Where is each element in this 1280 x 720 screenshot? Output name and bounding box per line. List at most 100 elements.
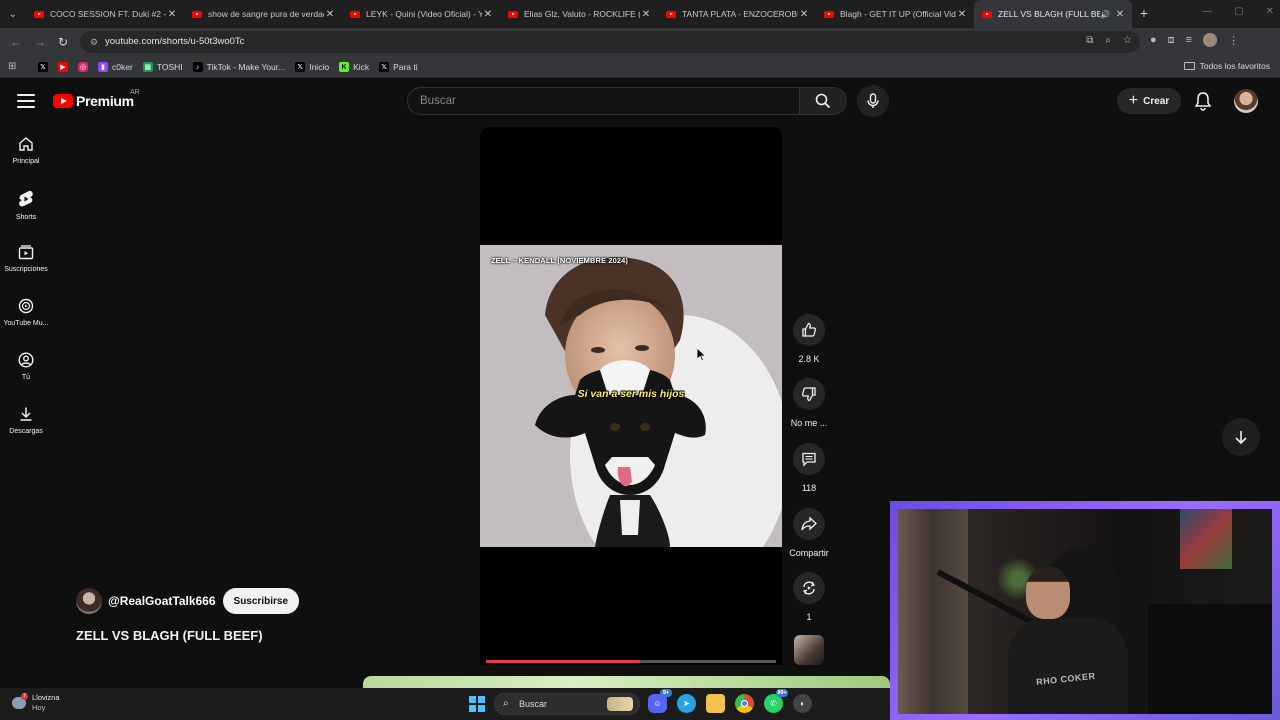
forward-arrow-icon[interactable]: →: [32, 34, 48, 50]
youtube-favicon-icon: [350, 10, 360, 18]
speaker-icon[interactable]: 🔊: [1100, 10, 1110, 19]
create-button[interactable]: + Crear: [1117, 88, 1181, 114]
webcam-person-head: [1026, 567, 1070, 619]
channel-handle[interactable]: @RealGoatTalk666: [108, 594, 216, 608]
voice-search-button[interactable]: [857, 85, 889, 117]
browser-tab-active[interactable]: ZELL VS BLAGH (FULL BEEF) 🔊 ✕: [974, 0, 1132, 28]
telegram-icon[interactable]: ➤: [677, 694, 696, 713]
bookmark-item[interactable]: 𝕏 Inicio: [295, 62, 329, 72]
minimize-icon[interactable]: —: [1202, 6, 1212, 17]
extensions-puzzle-icon[interactable]: ⧈: [1168, 34, 1175, 47]
subscribe-button[interactable]: Suscribirse: [222, 588, 300, 614]
bookmark-item[interactable]: ◎: [78, 62, 88, 72]
close-tab-icon[interactable]: ✕: [482, 9, 494, 20]
download-icon: [20, 407, 32, 421]
file-explorer-icon[interactable]: [706, 694, 725, 713]
reload-icon[interactable]: ↻: [55, 34, 71, 50]
zoom-icon[interactable]: ⌕: [1105, 35, 1111, 46]
close-tab-icon[interactable]: ✕: [166, 9, 178, 20]
tab-title: Blagh - GET IT UP (Official Vide: [840, 9, 956, 19]
rail-item-shorts[interactable]: Shorts: [0, 178, 52, 226]
tab-search-chevron-icon[interactable]: ⌄: [4, 5, 22, 23]
browser-menu-icon[interactable]: ⋮: [1228, 34, 1239, 47]
profile-avatar-icon[interactable]: [1203, 33, 1218, 47]
apps-grid-icon[interactable]: ⊞: [8, 61, 16, 72]
extension-icon[interactable]: ●: [1150, 34, 1157, 46]
bookmark-item[interactable]: ▶: [58, 62, 68, 72]
close-window-icon[interactable]: ✕: [1266, 6, 1274, 17]
x-icon: 𝕏: [38, 62, 48, 72]
comments-count: 118: [801, 483, 817, 493]
install-app-icon[interactable]: ⧉: [1086, 35, 1093, 46]
taskbar-apps: ☺ 9+ ➤ ✆ 99+ ◐: [648, 689, 812, 713]
dislike-button[interactable]: [793, 378, 825, 410]
close-tab-icon[interactable]: ✕: [798, 9, 810, 20]
bookmark-star-icon[interactable]: ☆: [1123, 35, 1132, 46]
close-tab-icon[interactable]: ✕: [640, 9, 652, 20]
url-text[interactable]: youtube.com/shorts/u-50t3wo0Tc: [105, 36, 244, 47]
instagram-icon: ◎: [78, 62, 88, 72]
bookmark-item[interactable]: 𝕏: [38, 62, 48, 72]
browser-tab[interactable]: Blagh - GET IT UP (Official Vide ✕: [816, 0, 974, 28]
channel-avatar[interactable]: [76, 588, 102, 614]
close-tab-icon[interactable]: ✕: [1114, 9, 1126, 20]
all-bookmarks-button[interactable]: Todos los favoritos: [1183, 61, 1270, 71]
shorts-video-player[interactable]: ZELL – KENDALL (NOVIEMBRE 2024) Si van a…: [480, 127, 782, 665]
webcam-person-body: [1008, 617, 1128, 714]
rail-item-home[interactable]: Principal: [0, 124, 52, 172]
maximize-icon[interactable]: ▢: [1234, 6, 1243, 17]
next-short-button[interactable]: [1222, 418, 1260, 456]
browser-tab[interactable]: show de sangre pura de verdad ✕: [184, 0, 342, 28]
media-control-icon[interactable]: ≡: [1186, 34, 1192, 46]
create-label: Crear: [1143, 95, 1170, 107]
browser-tab[interactable]: TANTA PLATA - ENZOCEROBUI ✕: [658, 0, 816, 28]
bookmark-item[interactable]: 𝕏 Para ti: [379, 62, 418, 72]
like-button[interactable]: [793, 314, 825, 346]
whatsapp-icon[interactable]: ✆ 99+: [764, 689, 788, 713]
video-title[interactable]: ZELL VS BLAGH (FULL BEEF): [76, 628, 263, 643]
remix-button[interactable]: [793, 572, 825, 604]
youtube-music-icon: [18, 298, 34, 314]
back-arrow-icon[interactable]: ←: [8, 34, 24, 50]
browser-tab[interactable]: Elias Glz, Valuto - ROCKLIFE (Vi ✕: [500, 0, 658, 28]
bookmark-item[interactable]: ▦ TOSHI: [142, 62, 183, 72]
app-icon[interactable]: ◐: [793, 694, 812, 713]
search-button[interactable]: [799, 87, 847, 115]
youtube-premium-logo[interactable]: Premium: [53, 93, 134, 109]
search-placeholder: Buscar: [420, 95, 456, 107]
microphone-icon: [867, 93, 879, 108]
rail-item-youtube-music[interactable]: YouTube Mu...: [0, 286, 52, 334]
new-tab-button[interactable]: +: [1137, 5, 1151, 21]
share-arrow-icon: [801, 516, 817, 531]
video-progress-bar[interactable]: [486, 660, 776, 663]
share-button[interactable]: [793, 508, 825, 540]
taskbar-search[interactable]: ⌕ Buscar: [494, 693, 640, 715]
rail-item-you[interactable]: Tú: [0, 340, 52, 388]
bookmark-item[interactable]: ♪ TikTok - Make Your...: [192, 62, 285, 72]
notifications-bell-icon[interactable]: [1194, 91, 1212, 116]
weather-widget[interactable]: 7 Llovizna Hoy: [12, 693, 60, 713]
site-info-icon[interactable]: ⚙: [88, 36, 100, 48]
browser-tab[interactable]: COCO SESSION FT. Duki #2 - Yo ✕: [26, 0, 184, 28]
rail-item-downloads[interactable]: Descargas: [0, 394, 52, 442]
rail-item-subscriptions[interactable]: Suscripciones: [0, 232, 52, 280]
bookmark-label: TOSHI: [156, 62, 183, 72]
search-input[interactable]: Buscar: [407, 87, 800, 115]
close-tab-icon[interactable]: ✕: [324, 9, 336, 20]
bookmark-label: c0ker: [112, 62, 133, 72]
address-bar[interactable]: ⚙ youtube.com/shorts/u-50t3wo0Tc ⧉ ⌕ ☆: [80, 31, 1140, 53]
brand-text: Premium: [76, 93, 134, 109]
comments-button[interactable]: [793, 443, 825, 475]
rail-label: Suscripciones: [4, 266, 48, 273]
windows-start-icon[interactable]: [469, 696, 485, 712]
bookmark-item[interactable]: K Kick: [339, 62, 369, 72]
account-avatar[interactable]: [1234, 89, 1258, 113]
sound-thumbnail[interactable]: [794, 635, 824, 665]
bookmark-item[interactable]: ▮ c0ker: [98, 62, 133, 72]
discord-icon[interactable]: ☺ 9+: [648, 689, 672, 713]
menu-hamburger-icon[interactable]: [17, 94, 35, 108]
chrome-icon[interactable]: [735, 694, 754, 713]
notification-badge: 9+: [660, 689, 672, 697]
close-tab-icon[interactable]: ✕: [956, 9, 968, 20]
browser-tab[interactable]: LEYK - Quini (Video Oficial) - Yo ✕: [342, 0, 500, 28]
